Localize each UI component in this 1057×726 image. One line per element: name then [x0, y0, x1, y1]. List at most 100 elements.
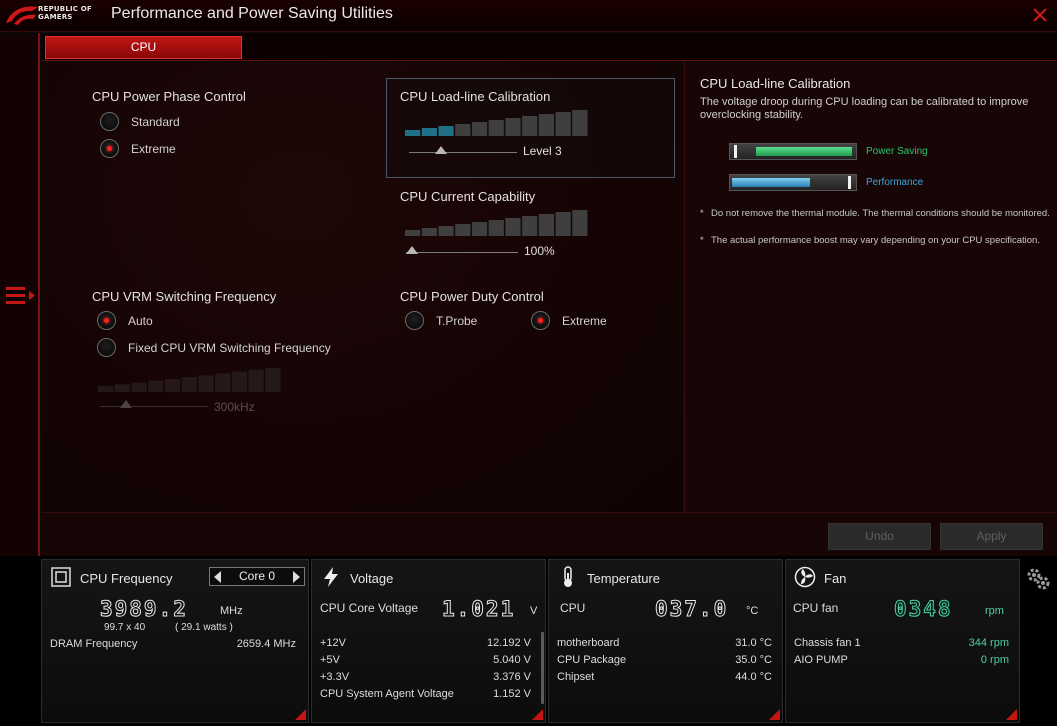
level-step [231, 371, 248, 392]
llc-level-staircase[interactable] [405, 110, 589, 136]
menu-icon[interactable] [5, 285, 37, 307]
settings-gear-icon[interactable] [1025, 566, 1051, 592]
cpu-core-voltage-label: CPU Core Voltage [320, 601, 419, 615]
level-step [555, 212, 571, 236]
current-slider[interactable] [406, 246, 518, 260]
reading-label: Chipset [557, 671, 595, 683]
expand-corner-icon[interactable] [295, 709, 306, 720]
duty-control-title: CPU Power Duty Control [400, 289, 544, 304]
slider-thumb[interactable] [406, 246, 418, 254]
voltage-card: Voltage CPU Core Voltage 1.021 V +12V 12.… [311, 559, 546, 723]
scrollbar[interactable] [541, 632, 544, 704]
cpu-frequency-unit: MHz [220, 605, 243, 617]
llc-value: Level 3 [523, 144, 562, 158]
reading-label: +3.3V [320, 671, 350, 683]
cpu-watts: ( 29.1 watts ) [175, 622, 233, 633]
vrm-option-fixed[interactable]: Fixed CPU VRM Switching Frequency [97, 338, 331, 357]
cpu-frequency-value: 3989.2 [100, 597, 188, 622]
reading-value: 31.0 °C [735, 637, 772, 649]
radio-label: Fixed CPU VRM Switching Frequency [128, 340, 331, 355]
left-sidebar [0, 33, 40, 556]
cpu-chip-icon [51, 567, 71, 587]
reading-value: 44.0 °C [735, 671, 772, 683]
chevron-left-icon[interactable] [214, 571, 221, 583]
monitor-bar: CPU Frequency Core 0 3989.2 MHz 99.7 x 4… [0, 556, 1057, 726]
info-description: The voltage droop during CPU loading can… [700, 96, 1029, 121]
level-step [181, 377, 197, 392]
tab-bar: CPU [42, 33, 1057, 61]
expand-corner-icon[interactable] [1006, 709, 1017, 720]
vrm-value: 300kHz [214, 400, 255, 414]
reading-label: +12V [320, 637, 346, 649]
phase-option-extreme[interactable]: Extreme [100, 139, 176, 158]
radio-button[interactable] [100, 112, 119, 131]
duty-option-tprobe[interactable]: T.Probe [405, 311, 477, 330]
cpu-fan-value: 0348 [894, 597, 953, 622]
level-step [405, 130, 421, 136]
note-text: The actual performance boost may vary de… [711, 235, 1040, 246]
core-selector-value: Core 0 [238, 569, 276, 583]
radio-button[interactable] [405, 311, 424, 330]
cpu-frequency-card: CPU Frequency Core 0 3989.2 MHz 99.7 x 4… [41, 559, 309, 723]
note-1: * Do not remove the thermal module. The … [700, 208, 1050, 220]
lightning-icon [324, 567, 338, 587]
level-step [538, 114, 555, 136]
expand-corner-icon[interactable] [532, 709, 543, 720]
cpu-core-voltage-value: 1.021 [441, 597, 516, 622]
voltage-unit: V [530, 605, 538, 617]
current-level-staircase[interactable] [405, 210, 589, 236]
level-step [421, 128, 437, 136]
reading-value: 3.376 V [493, 671, 531, 683]
radio-button-selected[interactable] [97, 311, 116, 330]
chevron-right-icon[interactable] [293, 571, 300, 583]
cpu-temp-value: 037.0 [654, 597, 729, 622]
radio-button-selected[interactable] [531, 311, 550, 330]
level-step [438, 226, 454, 236]
level-step [471, 122, 488, 136]
level-step [572, 110, 588, 136]
duty-option-extreme[interactable]: Extreme [531, 311, 607, 330]
card-title: Temperature [587, 571, 660, 586]
level-step [455, 224, 471, 236]
legend-marker [848, 176, 851, 189]
vrm-option-auto[interactable]: Auto [97, 311, 153, 330]
llc-slider[interactable] [409, 146, 517, 160]
radio-label: Extreme [562, 313, 607, 328]
note-2: * The actual performance boost may vary … [700, 235, 1050, 247]
card-title: CPU Frequency [80, 571, 173, 586]
undo-button[interactable]: Undo [828, 523, 931, 550]
slider-thumb[interactable] [435, 146, 448, 154]
reading-value: 35.0 °C [735, 654, 772, 666]
legend-fill-green [756, 147, 852, 156]
radio-label: Extreme [131, 141, 176, 156]
level-step [131, 382, 147, 392]
reading-label: CPU Package [557, 654, 627, 666]
level-step [164, 378, 181, 392]
vrm-frequency-title: CPU VRM Switching Frequency [92, 289, 277, 304]
info-title: CPU Load-line Calibration [700, 76, 851, 91]
core-selector[interactable]: Core 0 [209, 567, 305, 586]
legend-bar-performance [729, 174, 857, 191]
radio-button[interactable] [97, 338, 116, 357]
info-panel: CPU Load-line Calibration The voltage dr… [684, 62, 1057, 512]
phase-option-standard[interactable]: Standard [100, 112, 180, 131]
level-step [572, 210, 588, 236]
vrm-slider [100, 400, 208, 414]
dram-frequency-value: 2659.4 MHz [236, 638, 296, 650]
radio-label: Standard [131, 114, 180, 129]
radio-label: T.Probe [436, 313, 478, 328]
level-step [522, 116, 538, 136]
tab-cpu[interactable]: CPU [45, 36, 242, 59]
temp-unit: °C [746, 605, 759, 617]
close-icon[interactable] [1031, 6, 1049, 24]
dram-frequency-label: DRAM Frequency [50, 638, 138, 650]
level-step [488, 220, 504, 236]
apply-button[interactable]: Apply [940, 523, 1043, 550]
level-step [248, 369, 264, 392]
radio-button-selected[interactable] [100, 139, 119, 158]
level-step [505, 218, 521, 236]
expand-corner-icon[interactable] [769, 709, 780, 720]
slider-track [409, 152, 517, 153]
reading-label: AIO PUMP [794, 654, 848, 666]
level-step [522, 216, 538, 236]
